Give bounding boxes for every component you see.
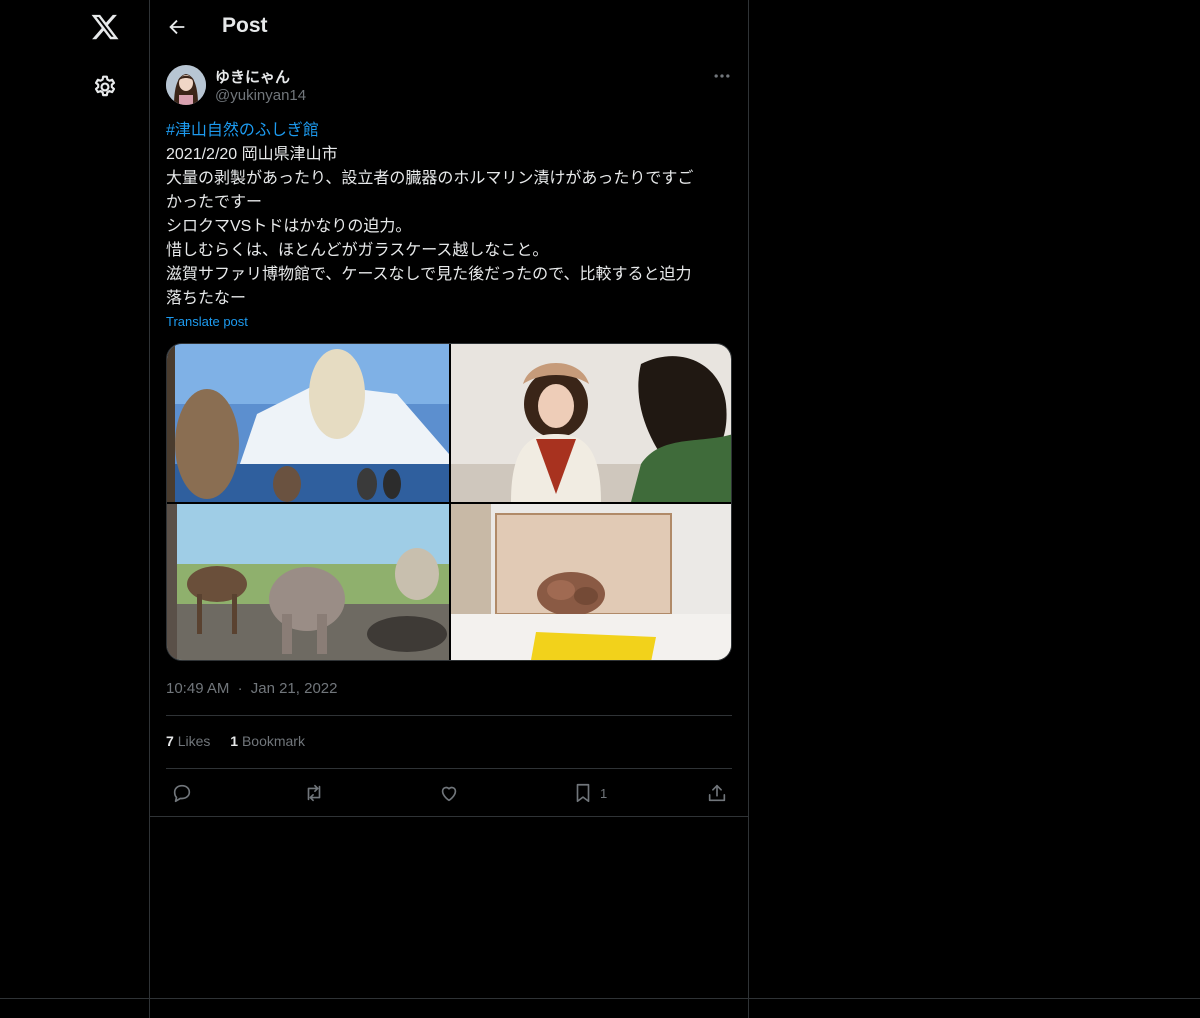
likes-label: Likes xyxy=(177,733,211,749)
heart-icon xyxy=(441,786,457,802)
x-logo-icon[interactable] xyxy=(90,12,120,42)
more-dots-icon xyxy=(714,74,730,78)
page: Post ゆきにゃん @yukinyan14 #津山自然のふしぎ館 2021/2… xyxy=(0,0,1200,1018)
bookmark-button[interactable]: 1 xyxy=(572,780,607,806)
share-icon xyxy=(708,784,726,802)
repost-icon xyxy=(307,784,321,802)
post-text-line: 落ちたなー xyxy=(166,290,247,307)
hashtag-link[interactable]: #津山自然のふしぎ館 xyxy=(166,119,736,143)
divider xyxy=(166,768,732,769)
post-text-line: 惜しむらくは、ほとんどがガラスケース越しなこと。 xyxy=(166,242,549,259)
main-column: Post ゆきにゃん @yukinyan14 #津山自然のふしぎ館 2021/2… xyxy=(150,0,749,1018)
timestamp-separator: · xyxy=(237,680,243,697)
divider xyxy=(150,816,748,817)
translate-post-link[interactable]: Translate post xyxy=(166,314,248,329)
photo-polar-bear-seals[interactable] xyxy=(167,344,449,502)
author-handle[interactable]: @yukinyan14 xyxy=(215,87,306,104)
arrow-left-icon xyxy=(169,19,185,35)
share-button[interactable] xyxy=(706,780,728,806)
media-grid xyxy=(166,343,732,661)
post-time[interactable]: 10:49 AM xyxy=(166,680,229,697)
bookmarks-stat[interactable]: 1 Bookmark xyxy=(230,733,305,749)
post-text: #津山自然のふしぎ館 2021/2/20 岡山県津山市 大量の剥製があったり、設… xyxy=(166,119,736,311)
repost-button[interactable] xyxy=(303,780,325,806)
reply-button[interactable] xyxy=(171,780,193,806)
left-nav xyxy=(0,0,150,1018)
post-text-line: かったですー xyxy=(166,194,263,211)
post-header: Post xyxy=(150,0,748,54)
action-bar: 1 xyxy=(166,780,732,806)
post-text-line: シロクマVSトドはかなりの迫力。 xyxy=(166,218,412,235)
back-button[interactable] xyxy=(166,16,188,38)
reply-icon xyxy=(173,784,191,803)
bookmarks-count: 1 xyxy=(230,733,239,749)
likes-count: 7 xyxy=(166,733,174,749)
photo-woman-with-bear[interactable] xyxy=(451,344,731,502)
bookmark-count: 1 xyxy=(600,785,608,801)
post-text-line: 滋賀サファリ博物館で、ケースなしで見た後だったので、比較すると迫力 xyxy=(166,266,692,283)
page-title: Post xyxy=(222,14,268,37)
post-timestamp: 10:49 AM · Jan 21, 2022 xyxy=(166,680,337,697)
like-button[interactable] xyxy=(438,780,460,806)
divider xyxy=(166,715,732,716)
gear-icon[interactable] xyxy=(92,74,118,100)
photo-elephant-goats[interactable] xyxy=(167,504,449,660)
bookmark-icon xyxy=(576,783,590,803)
post-stats: 7 Likes 1 Bookmark xyxy=(166,733,321,749)
more-button[interactable] xyxy=(712,66,732,86)
bookmarks-label: Bookmark xyxy=(241,733,305,749)
likes-stat[interactable]: 7 Likes xyxy=(166,733,210,749)
avatar[interactable] xyxy=(166,65,206,105)
author-display-name[interactable]: ゆきにゃん xyxy=(215,66,290,87)
post-text-line: 2021/2/20 岡山県津山市 xyxy=(166,146,338,163)
photo-brain-specimen[interactable] xyxy=(451,504,731,660)
post-date[interactable]: Jan 21, 2022 xyxy=(251,680,338,697)
post-text-line: 大量の剥製があったり、設立者の臓器のホルマリン漬けがあったりですご xyxy=(166,170,694,187)
bottom-divider xyxy=(0,998,1200,999)
